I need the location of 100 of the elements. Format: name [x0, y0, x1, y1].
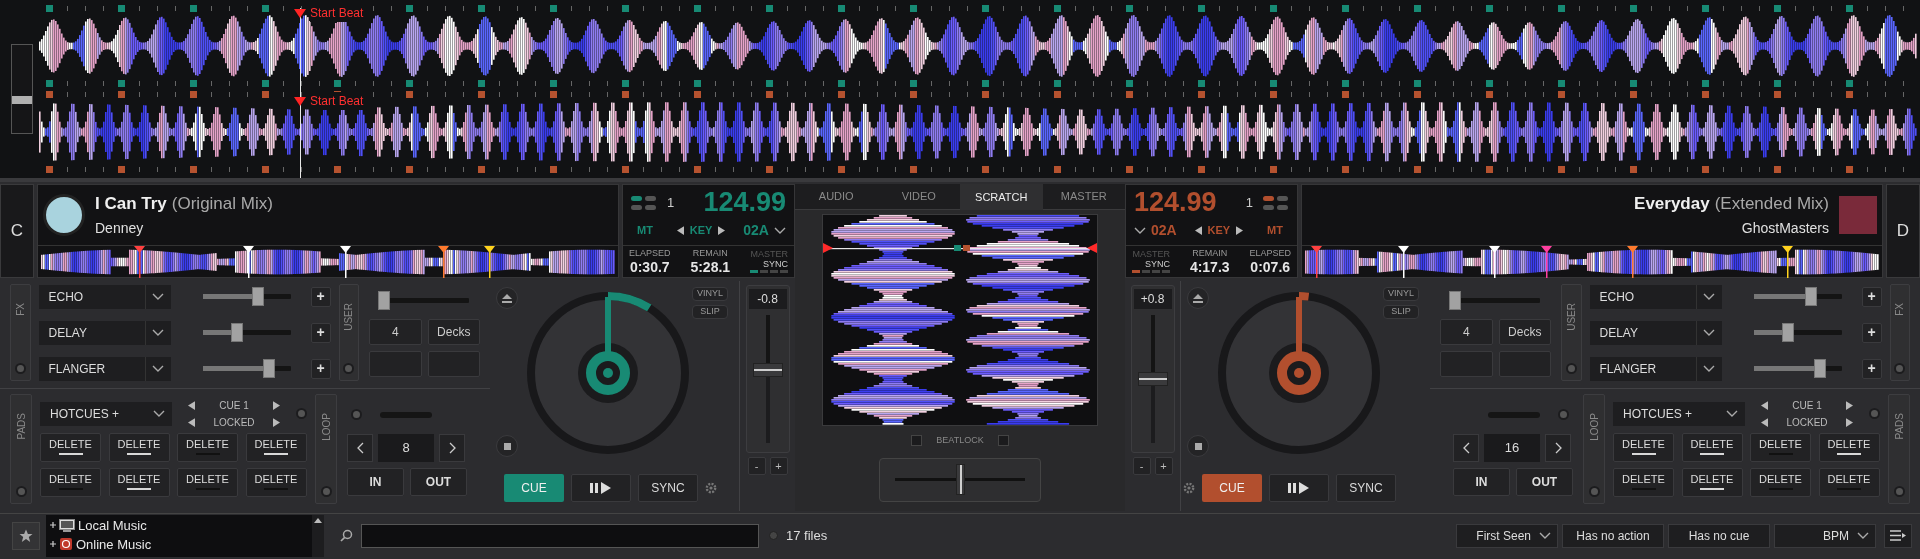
stop-button[interactable]	[1187, 435, 1209, 457]
view-tab[interactable]: MASTER	[1042, 184, 1125, 210]
checkbox[interactable]	[997, 435, 1009, 447]
filter-button[interactable]: Has no cue	[1668, 523, 1770, 548]
pads-mode-dropdown[interactable]: HOTCUES +	[40, 401, 172, 426]
pad-button[interactable]: DELETE	[1818, 432, 1880, 462]
pads-mode-dropdown[interactable]: HOTCUES +	[1613, 401, 1745, 426]
fx-dropdown[interactable]: FLANGER	[1589, 356, 1722, 381]
master-tempo-button[interactable]: MT	[637, 222, 653, 239]
view-tab[interactable]: AUDIO	[795, 184, 878, 210]
folder-item[interactable]: Local Music	[50, 515, 312, 535]
chevron-down-icon[interactable]	[1134, 226, 1146, 235]
track-overview-drawing[interactable]	[1305, 245, 1879, 278]
play-pause-button[interactable]	[571, 474, 631, 502]
arrow-left-icon[interactable]	[676, 226, 684, 235]
fx-dropdown[interactable]: DELAY	[1589, 320, 1722, 345]
play-pause-button[interactable]	[1269, 474, 1329, 502]
add-button[interactable]: +	[1861, 286, 1882, 307]
arrow-right-icon[interactable]	[718, 226, 726, 235]
fx-dropdown[interactable]: DELAY	[38, 320, 171, 345]
add-button[interactable]: +	[310, 286, 331, 307]
loop-double-button[interactable]	[439, 433, 465, 462]
pad-button[interactable]: DELETE	[177, 467, 238, 497]
chevron-down-icon[interactable]	[153, 409, 165, 418]
loop-halve-button[interactable]	[347, 433, 373, 462]
pitch-plus-button[interactable]: +	[769, 457, 788, 475]
pad-button[interactable]: DELETE	[108, 467, 170, 497]
jog-wheel[interactable]	[1217, 291, 1381, 455]
chevron-down-icon[interactable]	[1703, 328, 1715, 337]
pad-button[interactable]: DELETE	[40, 467, 101, 497]
sort-dropdown[interactable]: First Seen	[1456, 523, 1558, 548]
favorites-button[interactable]	[12, 521, 40, 550]
filter-button[interactable]: Has no action	[1562, 523, 1664, 548]
sync-indicator[interactable]: SYNC	[762, 260, 788, 269]
slider-thumb[interactable]	[251, 287, 264, 306]
arrow-right-icon[interactable]	[1236, 226, 1244, 235]
scrollbar[interactable]	[312, 514, 324, 557]
fx-dropdown[interactable]: FLANGER	[38, 356, 171, 381]
master-tempo-button[interactable]: MT	[1267, 222, 1283, 239]
slider-thumb[interactable]	[1137, 372, 1168, 386]
key-button[interactable]: KEY	[689, 222, 713, 239]
loop-in-button[interactable]: IN	[347, 467, 404, 496]
pad-button[interactable]: DELETE	[245, 467, 307, 497]
menu-button[interactable]	[1884, 523, 1912, 548]
arrow-left-icon[interactable]	[1194, 226, 1202, 235]
slider-thumb[interactable]	[752, 363, 783, 378]
pitch-slider[interactable]	[1137, 315, 1168, 443]
track-overview-drawing[interactable]	[41, 245, 615, 278]
user-button[interactable]: 4	[1440, 318, 1493, 345]
toggle-icon[interactable]	[631, 194, 657, 211]
fx-dropdown[interactable]: ECHO	[38, 284, 171, 309]
pad-button[interactable]: DELETE	[1613, 432, 1674, 462]
chevron-down-icon[interactable]	[1703, 364, 1715, 373]
add-button[interactable]: +	[310, 322, 331, 343]
chevron-down-icon[interactable]	[152, 292, 164, 301]
view-tab[interactable]: SCRATCH	[960, 184, 1043, 210]
pad-button[interactable]: DELETE	[1613, 467, 1674, 497]
pad-button[interactable]: DELETE	[1681, 467, 1743, 497]
pad-button[interactable]: DELETE	[1750, 467, 1811, 497]
stop-button[interactable]	[496, 435, 518, 457]
chevron-down-icon[interactable]	[152, 328, 164, 337]
scroll-up-icon[interactable]	[314, 517, 322, 523]
pitch-minus-button[interactable]: -	[1132, 457, 1151, 475]
toggle-icon[interactable]	[1263, 194, 1289, 211]
slip-button[interactable]: SLIP	[692, 305, 728, 319]
chevron-down-icon[interactable]	[1857, 531, 1869, 540]
add-button[interactable]: +	[1861, 358, 1882, 379]
sync-button[interactable]: SYNC	[638, 474, 698, 502]
sort-dropdown[interactable]: BPM	[1774, 523, 1876, 548]
vinyl-button[interactable]: VINYL	[1383, 287, 1419, 301]
pad-button[interactable]: DELETE	[40, 432, 101, 462]
slider-thumb[interactable]	[230, 323, 243, 342]
chevron-down-icon[interactable]	[1703, 292, 1715, 301]
fx-dropdown[interactable]: ECHO	[1589, 284, 1722, 309]
settings-icon[interactable]	[705, 482, 717, 494]
slider-thumb[interactable]	[377, 291, 390, 310]
settings-icon[interactable]	[1183, 482, 1195, 494]
checkbox[interactable]	[911, 435, 923, 447]
loop-out-button[interactable]: OUT	[410, 467, 467, 496]
pad-button[interactable]: DELETE	[108, 432, 170, 462]
eject-button[interactable]	[496, 287, 518, 309]
slider-thumb[interactable]	[1448, 291, 1461, 310]
pitch-minus-button[interactable]: -	[747, 457, 766, 475]
user-button[interactable]: 4	[369, 318, 422, 345]
user-button[interactable]: Decks	[1498, 318, 1551, 345]
key-button[interactable]: KEY	[1207, 222, 1231, 239]
pad-button[interactable]: DELETE	[1681, 432, 1743, 462]
slider-thumb[interactable]	[262, 359, 275, 378]
chevron-down-icon[interactable]	[1539, 531, 1551, 540]
crossfader-thumb[interactable]	[956, 464, 965, 495]
eject-button[interactable]	[1187, 287, 1209, 309]
vinyl-button[interactable]: VINYL	[692, 287, 728, 301]
pad-button[interactable]: DELETE	[177, 432, 238, 462]
add-button[interactable]: +	[1861, 322, 1882, 343]
loop-double-button[interactable]	[1545, 433, 1571, 462]
sync-button[interactable]: SYNC	[1336, 474, 1396, 502]
pad-button[interactable]: DELETE	[1750, 432, 1811, 462]
loop-in-button[interactable]: IN	[1453, 467, 1510, 496]
slider-thumb[interactable]	[1781, 323, 1794, 342]
chevron-down-icon[interactable]	[774, 226, 786, 235]
